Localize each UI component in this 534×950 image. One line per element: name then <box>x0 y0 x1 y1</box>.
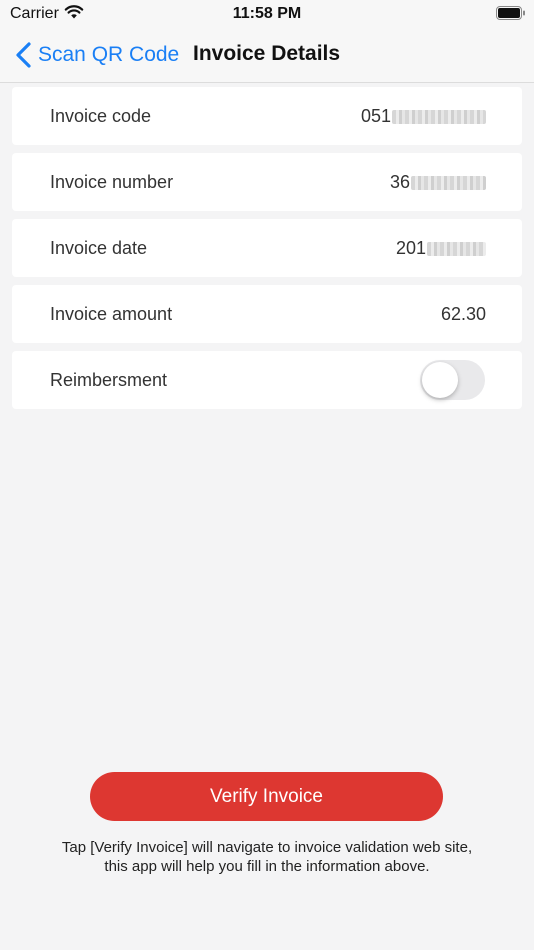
invoice-date-text: 201 <box>395 238 426 258</box>
invoice-code-label: Invoice code <box>50 106 152 126</box>
redacted-blur <box>427 241 486 256</box>
invoice-code-row: Invoice code 051 <box>12 87 522 145</box>
reimbursement-row: Reimbersment <box>12 351 522 409</box>
reimbursement-toggle[interactable] <box>420 360 485 400</box>
invoice-date-label: Invoice date <box>50 238 148 258</box>
invoice-code-text: 051 <box>360 106 391 126</box>
invoice-date-value: 201 <box>396 238 486 259</box>
battery-icon <box>496 6 526 25</box>
invoice-number-label: Invoice number <box>50 172 174 192</box>
invoice-number-text: 36 <box>389 172 410 192</box>
reimbursement-label: Reimbersment <box>50 370 168 390</box>
redacted-blur <box>411 175 486 190</box>
back-button[interactable]: Scan QR Code <box>14 40 179 70</box>
clock: 11:58 PM <box>232 5 302 22</box>
verify-invoice-button[interactable]: Verify Invoice <box>90 772 443 821</box>
page-title: Invoice Details <box>193 42 341 65</box>
invoice-details-screen: Carrier 11:58 PM Scan QR Code Invoice De… <box>0 0 534 950</box>
invoice-amount-label: Invoice amount <box>50 304 173 324</box>
hint-line-1: Tap [Verify Invoice] will navigate to in… <box>61 839 473 856</box>
navigation-bar: Scan QR Code Invoice Details <box>0 28 534 83</box>
invoice-code-value: 051 <box>361 106 486 127</box>
hint-line-2: this app will help you fill in the infor… <box>104 858 430 875</box>
back-button-label: Scan QR Code <box>38 43 180 66</box>
invoice-number-row: Invoice number 36 <box>12 153 522 211</box>
invoice-number-value: 36 <box>390 172 486 193</box>
status-bar: Carrier 11:58 PM <box>0 0 534 28</box>
invoice-amount-row: Invoice amount 62.30 <box>12 285 522 343</box>
redacted-blur <box>392 109 486 124</box>
toggle-knob <box>422 362 458 398</box>
hint-text: Tap [Verify Invoice] will navigate to in… <box>20 838 514 876</box>
chevron-left-icon <box>14 41 34 69</box>
invoice-amount-value: 62.30 <box>440 304 486 324</box>
invoice-date-row: Invoice date 201 <box>12 219 522 277</box>
